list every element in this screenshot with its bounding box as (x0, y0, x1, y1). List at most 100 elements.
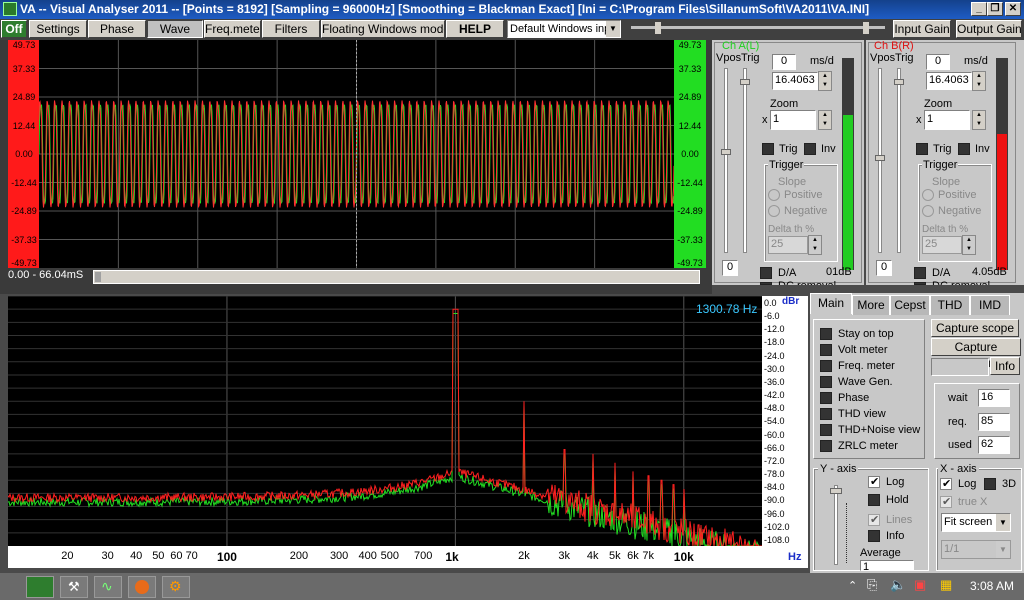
wave-button[interactable]: Wave (147, 20, 203, 38)
settings-button[interactable]: Settings (29, 20, 87, 38)
freqmeter-button[interactable]: Freq.meter (204, 20, 261, 38)
positive-radio-b[interactable] (922, 189, 934, 201)
close-button[interactable]: ✕ (1005, 2, 1021, 16)
scope-tick-label: -12.44 (11, 177, 37, 188)
db-tick-label: -72.0 (764, 455, 785, 466)
ms-per-div-spinner[interactable]: ▲ ▼ (818, 71, 832, 91)
dc-removal-checkbox-b[interactable] (914, 282, 926, 285)
scope-scroll-thumb[interactable] (95, 272, 101, 282)
delta-spinner[interactable]: ▲ ▼ (808, 235, 822, 255)
delta-spinner-b[interactable]: ▲ ▼ (962, 235, 976, 255)
delta-field[interactable]: 25 (768, 236, 808, 254)
maximize-button[interactable]: ❐ (987, 2, 1003, 16)
option-checkbox[interactable] (820, 344, 832, 356)
tab-cepst[interactable]: Cepst (890, 295, 930, 315)
channel-b-zero-field[interactable]: 0 (926, 54, 950, 70)
gain-slider-track[interactable] (627, 21, 891, 37)
db-tick-label: -36.0 (764, 376, 785, 387)
tab-thd[interactable]: THD (930, 295, 970, 315)
x-log-checkbox[interactable] (940, 477, 952, 490)
freq-tick-label: 500 (380, 550, 399, 562)
trig-checkbox-b[interactable] (916, 143, 928, 155)
tab-imd[interactable]: IMD (970, 295, 1010, 315)
freq-axis: Hz 20 30 40 50 60 70 100 200 300 400 500 700 1k 2k 3k 4… (8, 546, 808, 568)
hold-checkbox[interactable] (868, 494, 880, 506)
negative-radio-b[interactable] (922, 205, 934, 217)
scope-scrollbar[interactable] (93, 270, 700, 284)
trig-label-b: Trig (895, 52, 914, 64)
spectrum-background (8, 296, 762, 546)
three-d-checkbox[interactable] (984, 478, 996, 490)
lines-checkbox[interactable] (868, 513, 880, 526)
da-checkbox-b[interactable] (914, 267, 926, 279)
settings-taskbar-icon[interactable]: ⚙ (162, 576, 190, 598)
device-select[interactable]: Default Windows inp ▼ (507, 20, 621, 38)
va-taskbar-icon[interactable] (26, 576, 54, 598)
zoom-spinner-b[interactable]: ▲ ▼ (972, 110, 986, 130)
help-button[interactable]: HELP (446, 20, 504, 38)
capture-scope-button[interactable]: Capture scope (931, 319, 1019, 337)
ms-per-div-field-b[interactable]: 16.4063 (926, 72, 972, 90)
filters-button[interactable]: Filters (262, 20, 320, 38)
capture-spectrum-button[interactable]: Capture spectrum (931, 338, 1021, 370)
zoom-label-b: Zoom (924, 98, 953, 110)
off-button[interactable]: Off (1, 20, 27, 38)
phase-button[interactable]: Phase (88, 20, 146, 38)
option-checkbox[interactable] (820, 440, 832, 452)
app-tray-icon[interactable]: ▦ (940, 577, 952, 593)
show-hidden-icons-icon[interactable]: ⌃ (848, 579, 857, 592)
trig-checkbox[interactable] (762, 143, 774, 155)
tool-taskbar-icon[interactable]: ⚒ (60, 576, 88, 598)
scope-tick-label: -49.73 (677, 258, 703, 268)
y-log-checkbox[interactable] (868, 475, 880, 488)
zoom-field[interactable]: 1 (770, 110, 816, 130)
fit-screen-select[interactable]: Fit screen ▼ (941, 513, 1011, 532)
inv-checkbox[interactable] (804, 143, 816, 155)
gain-slider-thumb-b[interactable] (863, 22, 869, 34)
channel-a-bottom-zero-field[interactable]: 0 (722, 260, 738, 276)
gain-slider-thumb-a[interactable] (655, 22, 661, 34)
zoom-spinner[interactable]: ▲ ▼ (818, 110, 832, 130)
firefox-taskbar-icon[interactable] (128, 576, 156, 598)
cursor-frequency: 1300.78 Hz (696, 302, 758, 316)
network-icon[interactable]: ⎘ (867, 577, 877, 593)
info-button[interactable]: Info (990, 357, 1020, 375)
negative-radio[interactable] (768, 205, 780, 217)
option-checkbox[interactable] (820, 424, 832, 436)
option-checkbox[interactable] (820, 360, 832, 372)
output-gain-button[interactable]: Output Gain (956, 20, 1022, 38)
ms-per-div-spinner-b[interactable]: ▲ ▼ (972, 71, 986, 91)
vpos-slider[interactable] (721, 68, 731, 253)
da-checkbox[interactable] (760, 267, 772, 279)
trig-slider-b[interactable] (894, 68, 904, 253)
y-axis-slider[interactable] (830, 485, 842, 565)
channel-a-zero-field[interactable]: 0 (772, 54, 796, 70)
minimize-button[interactable]: _ (971, 2, 987, 16)
channel-b-bottom-zero-field[interactable]: 0 (876, 260, 892, 276)
option-checkbox[interactable] (820, 408, 832, 420)
tab-more[interactable]: More (852, 295, 890, 315)
option-checkbox[interactable] (820, 392, 832, 404)
dc-removal-checkbox[interactable] (760, 282, 772, 285)
monitor-icon[interactable]: ▣ (914, 577, 926, 593)
tab-main[interactable]: Main (810, 293, 852, 314)
option-checkbox[interactable] (820, 328, 832, 340)
trig-slider[interactable] (740, 68, 750, 253)
zoom-field-b[interactable]: 1 (924, 110, 970, 130)
floating-windows-button[interactable]: Floating Windows mode (321, 20, 445, 38)
freq-tick-label: 40 (130, 550, 143, 562)
input-gain-button[interactable]: Input Gain (893, 20, 951, 38)
option-checkbox[interactable] (820, 376, 832, 388)
positive-radio[interactable] (768, 189, 780, 201)
delta-field-b[interactable]: 25 (922, 236, 962, 254)
waveform-taskbar-icon[interactable]: ∿ (94, 576, 122, 598)
vpos-slider-b[interactable] (875, 68, 885, 253)
inv-checkbox-b[interactable] (958, 143, 970, 155)
volume-icon[interactable]: 🔈 (890, 577, 906, 593)
trig-label: Trig (741, 52, 760, 64)
ms-per-div-field[interactable]: 16.4063 (772, 72, 818, 90)
ratio-select[interactable]: 1/1 ▼ (941, 540, 1011, 559)
true-x-checkbox[interactable] (940, 495, 952, 508)
average-select[interactable]: 1 (860, 560, 914, 571)
y-info-checkbox[interactable] (868, 530, 880, 542)
